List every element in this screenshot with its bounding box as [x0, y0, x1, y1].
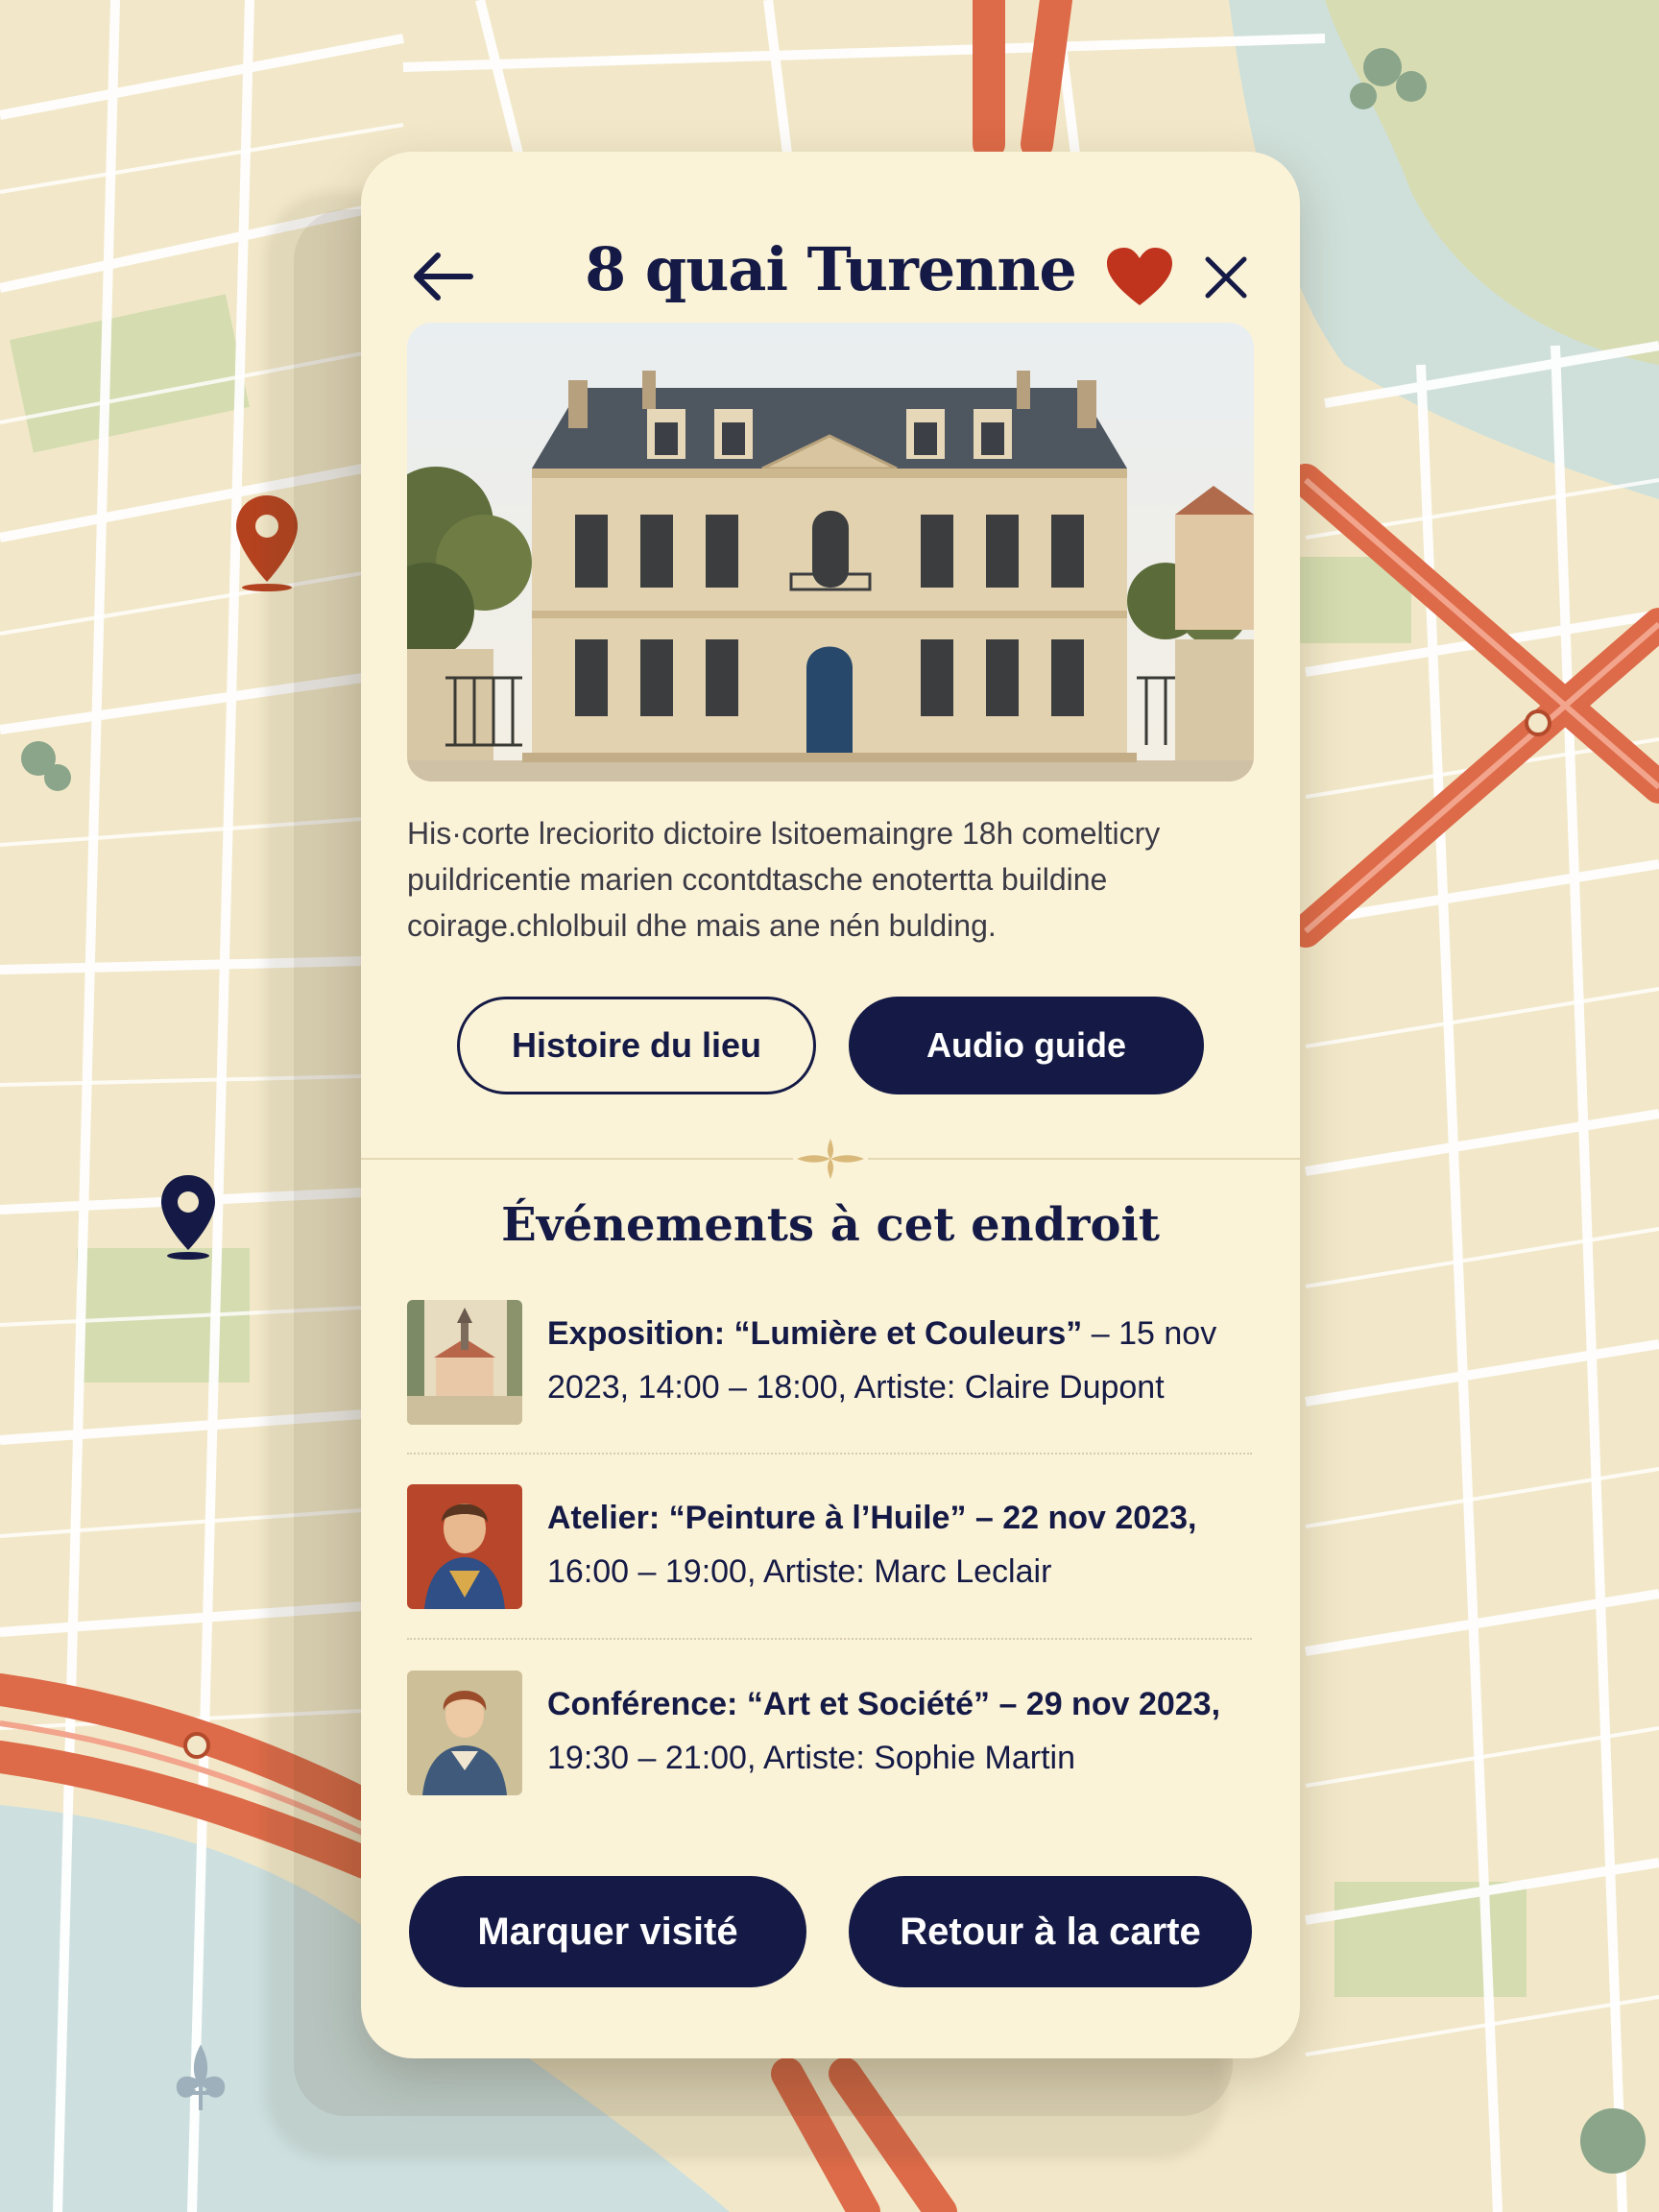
event-details: 16:00 – 19:00, Artiste: Marc Leclair: [547, 1553, 1052, 1590]
event-thumbnail: [407, 1484, 522, 1609]
event-thumbnail: [407, 1300, 522, 1425]
event-item[interactable]: Conférence: “Art et Société” – 29 nov 20…: [407, 1671, 1252, 1795]
place-detail-card: 8 quai Turenne His·corte lreciorito dict…: [361, 152, 1300, 2058]
heart-icon: [1107, 248, 1172, 305]
back-to-map-button[interactable]: Retour à la carte: [849, 1876, 1252, 1987]
audio-guide-button[interactable]: Audio guide: [849, 997, 1204, 1094]
map-pin-icon[interactable]: [159, 1173, 217, 1262]
place-photo[interactable]: [407, 323, 1254, 781]
building-illustration: [407, 323, 1254, 781]
event-details: 2023, 14:00 – 18:00, Artiste: Claire Dup…: [547, 1369, 1165, 1406]
event-details: 19:30 – 21:00, Artiste: Sophie Martin: [547, 1740, 1076, 1776]
favorite-button[interactable]: [1105, 246, 1174, 309]
event-title-line: Exposition: “Lumière et Couleurs” – 15 n…: [547, 1315, 1217, 1352]
ornament-icon: [793, 1139, 868, 1179]
fleur-de-lis-icon: [176, 2045, 226, 2110]
event-separator: [407, 1638, 1252, 1640]
event-thumbnail: [407, 1671, 522, 1795]
close-button[interactable]: [1202, 253, 1250, 301]
event-item[interactable]: Exposition: “Lumière et Couleurs” – 15 n…: [407, 1300, 1252, 1425]
event-title-line: Conférence: “Art et Société” – 29 nov 20…: [547, 1686, 1221, 1722]
mark-visited-button[interactable]: Marquer visité: [409, 1876, 806, 1987]
event-separator: [407, 1453, 1252, 1455]
event-item[interactable]: Atelier: “Peinture à l’Huile” – 22 nov 2…: [407, 1484, 1252, 1609]
place-description: His·corte lreciorito dictoire lsitoemain…: [407, 816, 1161, 943]
close-icon: [1205, 256, 1247, 299]
card-header: 8 quai Turenne: [361, 190, 1300, 334]
event-title-line: Atelier: “Peinture à l’Huile” – 22 nov 2…: [547, 1500, 1197, 1536]
history-button[interactable]: Histoire du lieu: [457, 997, 816, 1094]
events-heading: Événements à cet endroit: [501, 1198, 1160, 1252]
